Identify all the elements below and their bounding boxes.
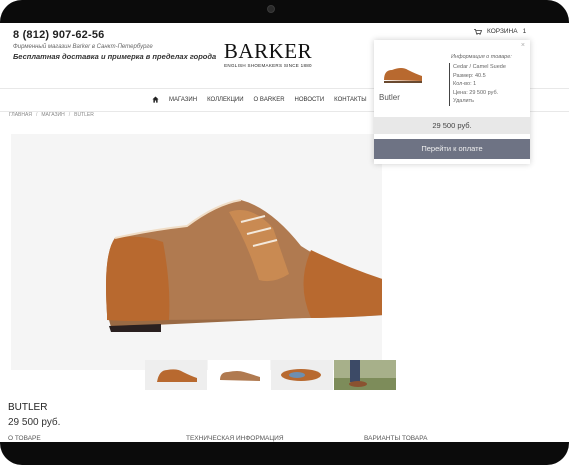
breadcrumb-shop[interactable]: МАГАЗИН bbox=[41, 112, 64, 118]
thumbnail-strip bbox=[145, 360, 396, 390]
cart-item-details: Cedar / Camel Suede Размер: 40.5 Кол-во:… bbox=[449, 63, 506, 106]
product-price: 29 500 руб. bbox=[8, 417, 61, 428]
cart-item-title[interactable]: Butler bbox=[379, 93, 400, 102]
tab-variants[interactable]: ВАРИАНТЫ ТОВАРА bbox=[364, 435, 427, 442]
cart-item-info-heading: Информация о товаре: bbox=[451, 54, 512, 60]
product-image[interactable] bbox=[11, 134, 382, 370]
cart-item-quantity: Кол-во: 1 bbox=[453, 81, 477, 87]
product-name: BUTLER bbox=[8, 402, 48, 413]
cart-item-image[interactable] bbox=[382, 58, 422, 88]
checkout-button[interactable]: Перейти к оплате bbox=[374, 139, 530, 159]
cart-total: 29 500 руб. bbox=[374, 117, 530, 134]
cart-count: 1 bbox=[522, 28, 527, 35]
tab-technical-info[interactable]: ТЕХНИЧЕСКАЯ ИНФОРМАЦИЯ bbox=[186, 435, 284, 442]
cart-item-size: Размер: 40.5 bbox=[453, 72, 486, 79]
phone-number[interactable]: 8 (812) 907-62-56 bbox=[13, 29, 104, 41]
cart-item-color: Cedar / Camel Suede bbox=[453, 64, 506, 70]
nav-item-collections[interactable]: КОЛЛЕКЦИИ bbox=[207, 97, 243, 103]
cart-item-price: Цена: 29 500 руб. bbox=[453, 89, 499, 96]
nav-item-contacts[interactable]: КОНТАКТЫ bbox=[334, 97, 366, 103]
shoe-illustration bbox=[106, 199, 382, 332]
breadcrumb-home[interactable]: ГЛАВНАЯ bbox=[9, 112, 32, 118]
remove-link[interactable]: Удалить bbox=[453, 97, 506, 106]
breadcrumb-separator: / bbox=[68, 112, 71, 118]
tab-about[interactable]: О ТОВАРЕ bbox=[8, 435, 41, 442]
home-icon[interactable] bbox=[152, 96, 159, 103]
thumbnail-lifestyle[interactable] bbox=[334, 360, 396, 390]
breadcrumb-separator: / bbox=[35, 112, 38, 118]
brand-logo[interactable]: BARKER ENGLISH SHOEMAKERS SINCE 1880 bbox=[208, 39, 328, 69]
cart-button[interactable]: КОРЗИНА 1 bbox=[474, 28, 526, 35]
thumbnail[interactable] bbox=[145, 360, 207, 390]
nav-item-news[interactable]: НОВОСТИ bbox=[295, 97, 325, 103]
nav-item-shop[interactable]: МАГАЗИН bbox=[169, 97, 197, 103]
camera-icon bbox=[267, 5, 275, 13]
breadcrumb: ГЛАВНАЯ / МАГАЗИН / BUTLER bbox=[9, 112, 94, 118]
logo-wordmark: BARKER bbox=[223, 39, 313, 63]
device-frame: 8 (812) 907-62-56 Фирменный магазин Bark… bbox=[0, 0, 569, 465]
thumbnail-selected[interactable] bbox=[208, 360, 270, 390]
thumbnail[interactable] bbox=[271, 360, 333, 390]
delivery-banner: Бесплатная доставка и примерка в предела… bbox=[13, 52, 217, 61]
cart-icon bbox=[474, 28, 482, 35]
cart-label: КОРЗИНА bbox=[487, 28, 518, 35]
nav-item-about[interactable]: О BARKER bbox=[254, 97, 285, 103]
store-description: Фирменный магазин Barker в Санкт-Петербу… bbox=[13, 44, 153, 50]
logo-tagline: ENGLISH SHOEMAKERS SINCE 1880 bbox=[224, 63, 312, 68]
cart-popup: × Butler Информация о товаре: Cedar / Ca… bbox=[374, 40, 530, 164]
breadcrumb-current: BUTLER bbox=[74, 112, 94, 118]
close-icon[interactable]: × bbox=[521, 42, 525, 49]
web-page: 8 (812) 907-62-56 Фирменный магазин Bark… bbox=[0, 23, 569, 442]
